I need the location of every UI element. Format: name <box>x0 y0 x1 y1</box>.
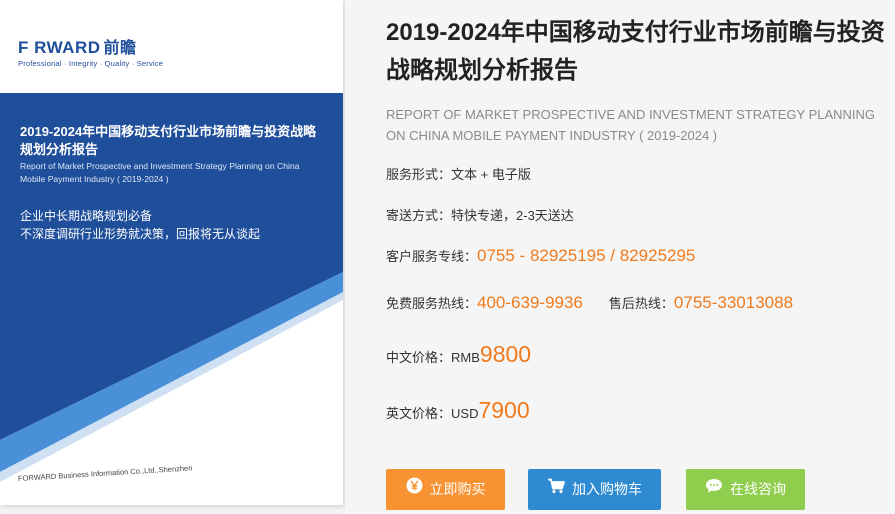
cover-tagline-line-1: 企业中长期战略规划必备 <box>20 209 153 223</box>
chat-bubble-icon <box>705 469 723 510</box>
delivery-value: 特快专递，2-3天送达 <box>451 208 574 223</box>
forward-logo: F RWARD 前瞻 Professional · Integrity · Qua… <box>18 38 163 68</box>
cn-price-value: 9800 <box>479 341 532 367</box>
cover-tagline-line-2: 不深度调研行业形势就决策，回报将无从谈起 <box>20 227 261 241</box>
service-form-label: 服务形式： <box>386 167 452 182</box>
logo-wordmark: F RWARD <box>18 38 101 57</box>
en-price-value: 7900 <box>478 397 530 423</box>
en-price-currency: USD <box>451 406 479 421</box>
free-hotline-value: 400-639-9936 <box>477 293 583 312</box>
buy-now-button[interactable]: 立即购买 <box>386 469 505 510</box>
cover-title: 2019-2024年中国移动支付行业市场前瞻与投资战略规划分析报告 <box>20 124 317 157</box>
cn-price-row: 中文价格：RMB9800 <box>386 341 531 368</box>
free-hotline-label: 免费服务热线： <box>386 296 478 311</box>
report-cover: F RWARD 前瞻 Professional · Integrity · Qua… <box>0 0 345 514</box>
service-form-value: 文本 + 电子版 <box>451 167 531 182</box>
service-form-row: 服务形式：文本 + 电子版 <box>386 164 531 183</box>
cover-background-graphic <box>0 93 343 482</box>
online-consult-button[interactable]: 在线咨询 <box>686 469 805 510</box>
cart-icon <box>547 469 565 510</box>
hotline-label: 客户服务专线： <box>386 249 478 264</box>
add-to-cart-button[interactable]: 加入购物车 <box>528 469 661 510</box>
product-info-panel: 2019-2024年中国移动支付行业市场前瞻与投资战略规划分析报告 REPORT… <box>345 0 895 514</box>
cn-price-label: 中文价格： <box>386 350 452 365</box>
en-price-row: 英文价格：USD7900 <box>386 397 530 424</box>
hotline-value: 0755 - 82925195 / 82925295 <box>477 246 696 265</box>
yen-icon <box>406 469 423 510</box>
hotline-row: 客户服务专线：0755 - 82925195 / 82925295 <box>386 246 695 266</box>
free-hotline-row: 免费服务热线：400-639-9936 售后热线：0755-33013088 <box>386 293 793 313</box>
cover-tagline: 企业中长期战略规划必备 不深度调研行业形势就决策，回报将无从谈起 <box>20 207 320 243</box>
after-sales-value: 0755-33013088 <box>673 293 794 312</box>
delivery-label: 寄送方式： <box>386 208 452 223</box>
cn-price-currency: RMB <box>451 350 480 365</box>
delivery-row: 寄送方式：特快专递，2-3天送达 <box>386 205 574 224</box>
product-title: 2019-2024年中国移动支付行业市场前瞻与投资战略规划分析报告 <box>386 19 885 84</box>
add-to-cart-label: 加入购物车 <box>572 481 642 497</box>
logo-tagline: Professional · Integrity · Quality · Ser… <box>18 59 164 68</box>
after-sales-label: 售后热线： <box>608 296 674 311</box>
buy-now-label: 立即购买 <box>429 481 486 497</box>
cover-page: F RWARD 前瞻 Professional · Integrity · Qua… <box>0 0 343 505</box>
en-price-label: 英文价格： <box>386 406 452 421</box>
logo-chinese: 前瞻 <box>103 40 137 57</box>
online-consult-label: 在线咨询 <box>730 481 786 497</box>
cover-english-title: Report of Market Prospective and Investm… <box>20 161 300 184</box>
product-subtitle: REPORT OF MARKET PROSPECTIVE AND INVESTM… <box>386 107 876 143</box>
